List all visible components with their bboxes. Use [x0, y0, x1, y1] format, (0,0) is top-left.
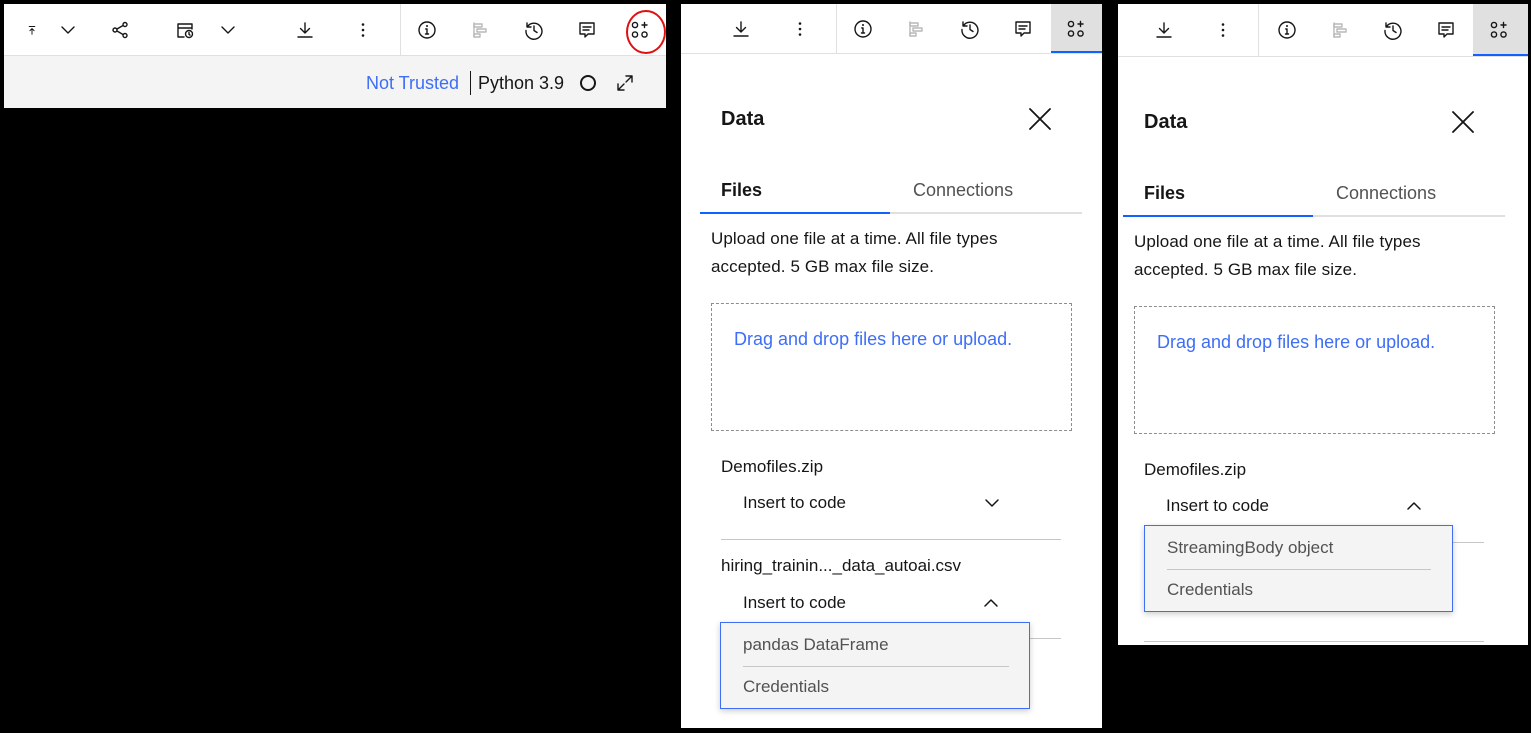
chevron-up-icon[interactable]: [981, 593, 1001, 613]
panel-toolbar: [681, 4, 1102, 54]
close-icon[interactable]: [1025, 104, 1055, 134]
download-icon[interactable]: [283, 4, 327, 56]
chevron-down-icon[interactable]: [982, 493, 1002, 513]
panel-title: Data: [721, 108, 765, 130]
overflow-menu-icon[interactable]: [1200, 4, 1246, 56]
chevron-down-icon[interactable]: [46, 4, 90, 56]
tab-connections[interactable]: Connections: [913, 180, 1013, 201]
upload-description: Upload one file at a time. All file type…: [1134, 232, 1421, 279]
notebook-toolbar: [4, 4, 666, 56]
trust-status-link[interactable]: Not Trusted: [366, 73, 459, 94]
close-icon[interactable]: [1448, 107, 1478, 137]
information-icon[interactable]: [405, 4, 449, 56]
insert-to-code-menu: pandas DataFrame Credentials: [720, 622, 1030, 709]
insert-to-code-menu: StreamingBody object Credentials: [1144, 525, 1453, 612]
outline-icon: [458, 4, 502, 56]
panel-toolbar: [1118, 4, 1528, 57]
notebook-toolbar-panel: Not Trusted Python 3.9: [4, 4, 666, 108]
menu-option-pandas-dataframe[interactable]: pandas DataFrame: [743, 635, 889, 655]
data-panel: Data Files Connections Upload one file a…: [681, 4, 1102, 728]
version-history-icon[interactable]: [512, 4, 556, 56]
panel-title: Data: [1144, 111, 1188, 133]
file-name: Demofiles.zip: [721, 457, 824, 476]
chevron-up-icon[interactable]: [1404, 496, 1424, 516]
version-history-icon[interactable]: [947, 4, 993, 53]
file-name: hiring_trainin..._data_autoai.csv: [721, 556, 962, 575]
notebook-status-bar: [4, 56, 666, 108]
overflow-menu-icon[interactable]: [341, 4, 385, 56]
comments-icon[interactable]: [565, 4, 609, 56]
file-dropzone[interactable]: Drag and drop files here or upload.: [711, 303, 1072, 431]
kernel-name: Python 3.9: [478, 73, 565, 93]
tab-connections[interactable]: Connections: [1336, 183, 1436, 204]
outline-icon: [893, 4, 939, 53]
file-name: Demofiles.zip: [1144, 460, 1247, 479]
schedule-icon[interactable]: [163, 4, 207, 56]
kernel-idle-indicator: [580, 75, 596, 91]
find-and-add-data-icon[interactable]: [1476, 4, 1522, 56]
status-divider: [470, 71, 471, 95]
menu-option-credentials[interactable]: Credentials: [1167, 580, 1253, 600]
menu-option-streamingbody-object[interactable]: StreamingBody object: [1167, 538, 1333, 558]
comments-icon[interactable]: [1423, 4, 1469, 56]
file-dropzone[interactable]: Drag and drop files here or upload.: [1134, 306, 1495, 434]
information-icon[interactable]: [840, 4, 886, 53]
outline-icon: [1317, 4, 1363, 56]
data-panel: Data Files Connections Upload one file a…: [1118, 4, 1528, 645]
highlight-circle: [626, 10, 666, 54]
dropzone-upload-link[interactable]: Drag and drop files here or upload.: [734, 329, 1012, 350]
comments-icon[interactable]: [1000, 4, 1046, 53]
information-icon[interactable]: [1264, 4, 1310, 56]
tab-files-indicator: [1123, 215, 1313, 217]
share-icon[interactable]: [98, 4, 142, 56]
version-history-icon[interactable]: [1370, 4, 1416, 56]
insert-to-code-dropdown[interactable]: Insert to code: [1166, 496, 1269, 516]
insert-to-code-dropdown[interactable]: Insert to code: [743, 493, 846, 513]
chevron-down-icon[interactable]: [206, 4, 250, 56]
menu-option-credentials[interactable]: Credentials: [743, 677, 829, 697]
insert-to-code-dropdown[interactable]: Insert to code: [743, 593, 846, 613]
tab-files[interactable]: Files: [721, 180, 762, 201]
dropzone-upload-link[interactable]: Drag and drop files here or upload.: [1157, 332, 1435, 353]
expand-icon[interactable]: [612, 70, 638, 96]
tab-files[interactable]: Files: [1144, 183, 1185, 204]
overflow-menu-icon[interactable]: [777, 4, 823, 53]
download-icon[interactable]: [1141, 4, 1187, 56]
download-icon[interactable]: [718, 4, 764, 53]
upload-description: Upload one file at a time. All file type…: [711, 229, 998, 276]
find-and-add-data-icon[interactable]: [1053, 4, 1099, 53]
tab-files-indicator: [700, 212, 890, 214]
